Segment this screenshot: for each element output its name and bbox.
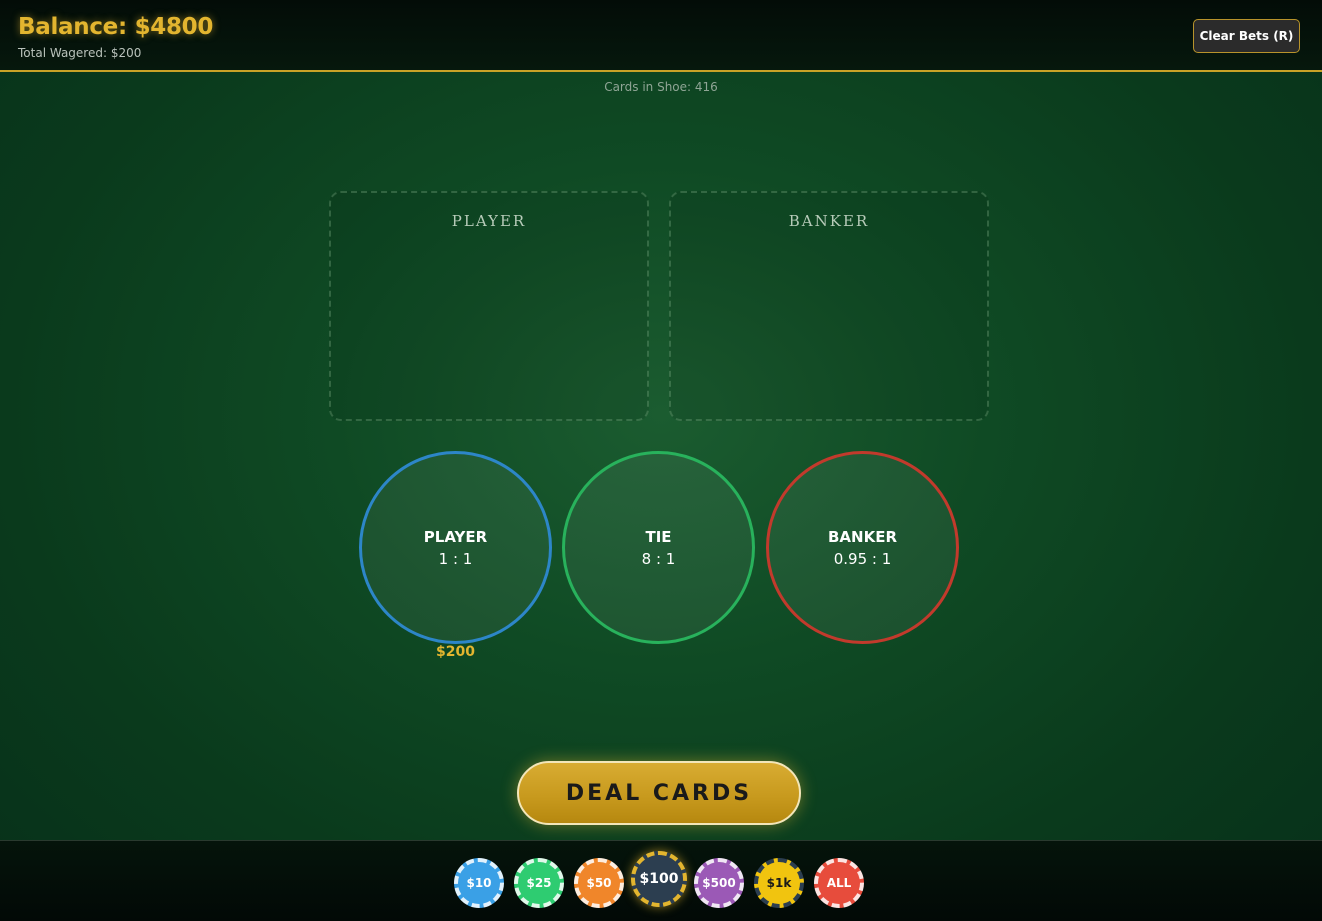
bet-player-spot[interactable]: PLAYER 1 : 1 [359, 451, 552, 644]
bet-banker-spot[interactable]: BANKER 0.95 : 1 [766, 451, 959, 644]
chip-1k[interactable]: $1k [754, 858, 804, 908]
bet-tie-label: TIE [645, 527, 672, 546]
bet-player-label: PLAYER [423, 527, 488, 546]
clear-bets-button[interactable]: Clear Bets (R) [1193, 19, 1300, 53]
top-bar: Balance: $4800 Total Wagered: $200 Clear… [0, 0, 1322, 72]
bet-banker-odds: 0.95 : 1 [833, 549, 892, 568]
bet-player-odds: 1 : 1 [438, 549, 473, 568]
banker-hand-title: BANKER [788, 212, 870, 230]
chip-50[interactable]: $50 [574, 858, 624, 908]
player-hand-title: PLAYER [451, 212, 527, 230]
bet-banker-label: BANKER [827, 527, 898, 546]
chip-100[interactable]: $100 [631, 851, 687, 907]
chip-25[interactable]: $25 [514, 858, 564, 908]
player-hand-area: PLAYER [329, 191, 649, 421]
bet-tie-spot[interactable]: TIE 8 : 1 [562, 451, 755, 644]
cards-in-shoe: Cards in Shoe: 416 [604, 80, 718, 94]
balance-display: Balance: $4800 [18, 14, 214, 40]
deal-cards-button[interactable]: DEAL CARDS [517, 761, 801, 825]
banker-hand-area: BANKER [669, 191, 989, 421]
bet-player-amount: $200 [436, 644, 475, 660]
bet-tie-odds: 8 : 1 [641, 549, 676, 568]
chip-10[interactable]: $10 [454, 858, 504, 908]
chip-500[interactable]: $500 [694, 858, 744, 908]
chip-tray: $10 $25 $50 $100 $500 $1k ALL [0, 840, 1322, 921]
total-wagered: Total Wagered: $200 [18, 46, 142, 60]
chip-all[interactable]: ALL [814, 858, 864, 908]
